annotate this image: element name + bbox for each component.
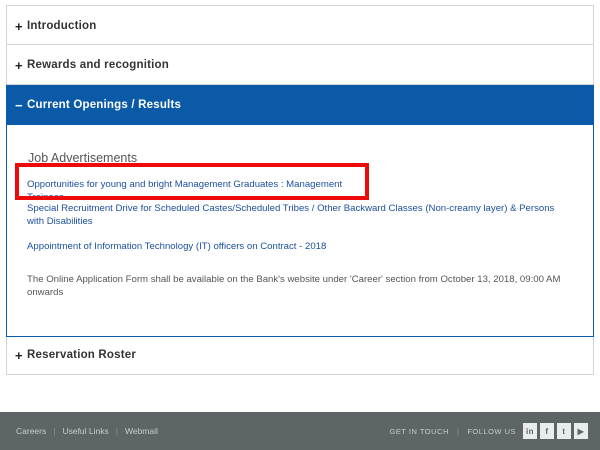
minus-icon: − xyxy=(15,97,23,113)
youtube-icon[interactable]: ▶ xyxy=(574,423,588,439)
facebook-icon[interactable]: f xyxy=(540,423,554,439)
footer-social: GET IN TOUCH | FOLLOW US in f t ▶ xyxy=(390,412,588,450)
linkedin-icon[interactable]: in xyxy=(523,423,537,439)
get-in-touch-link[interactable]: GET IN TOUCH xyxy=(390,427,449,436)
footer-link-useful-links[interactable]: Useful Links xyxy=(62,426,108,436)
accordion-header-rewards[interactable]: + Rewards and recognition xyxy=(7,45,593,85)
twitter-icon[interactable]: t xyxy=(557,423,571,439)
accordion-label: Reservation Roster xyxy=(27,349,137,361)
plus-icon: + xyxy=(15,57,23,73)
section-title: Job Advertisements xyxy=(28,151,138,165)
plus-icon: + xyxy=(15,18,23,34)
footer-link-careers[interactable]: Careers xyxy=(16,426,46,436)
job-link-special-recruitment[interactable]: Special Recruitment Drive for Scheduled … xyxy=(27,202,567,228)
plus-icon: + xyxy=(15,347,23,363)
divider: | xyxy=(456,426,460,436)
accordion-label: Rewards and recognition xyxy=(27,59,169,71)
divider: | xyxy=(53,426,56,436)
accordion-reservation-roster: + Reservation Roster xyxy=(6,337,594,375)
accordion-introduction: + Introduction xyxy=(6,5,594,45)
divider: | xyxy=(115,426,118,436)
accordion-rewards: + Rewards and recognition xyxy=(6,45,594,85)
accordion-label: Current Openings / Results xyxy=(27,99,182,111)
accordion-current-openings: − Current Openings / Results Job Adverti… xyxy=(6,85,594,337)
job-link-management-trainees[interactable]: Opportunities for young and bright Manag… xyxy=(27,178,367,204)
accordion-label: Introduction xyxy=(27,20,97,32)
footer-link-webmail[interactable]: Webmail xyxy=(125,426,158,436)
follow-us-label: FOLLOW US xyxy=(467,426,516,436)
accordion-header-reservation-roster[interactable]: + Reservation Roster xyxy=(7,337,593,373)
job-link-it-officers[interactable]: Appointment of Information Technology (I… xyxy=(27,240,567,253)
application-note: The Online Application Form shall be ava… xyxy=(27,274,561,298)
accordion-header-current-openings[interactable]: − Current Openings / Results xyxy=(7,85,593,125)
accordion-header-introduction[interactable]: + Introduction xyxy=(7,6,593,46)
site-footer: Careers | Useful Links | Webmail GET IN … xyxy=(0,412,600,450)
